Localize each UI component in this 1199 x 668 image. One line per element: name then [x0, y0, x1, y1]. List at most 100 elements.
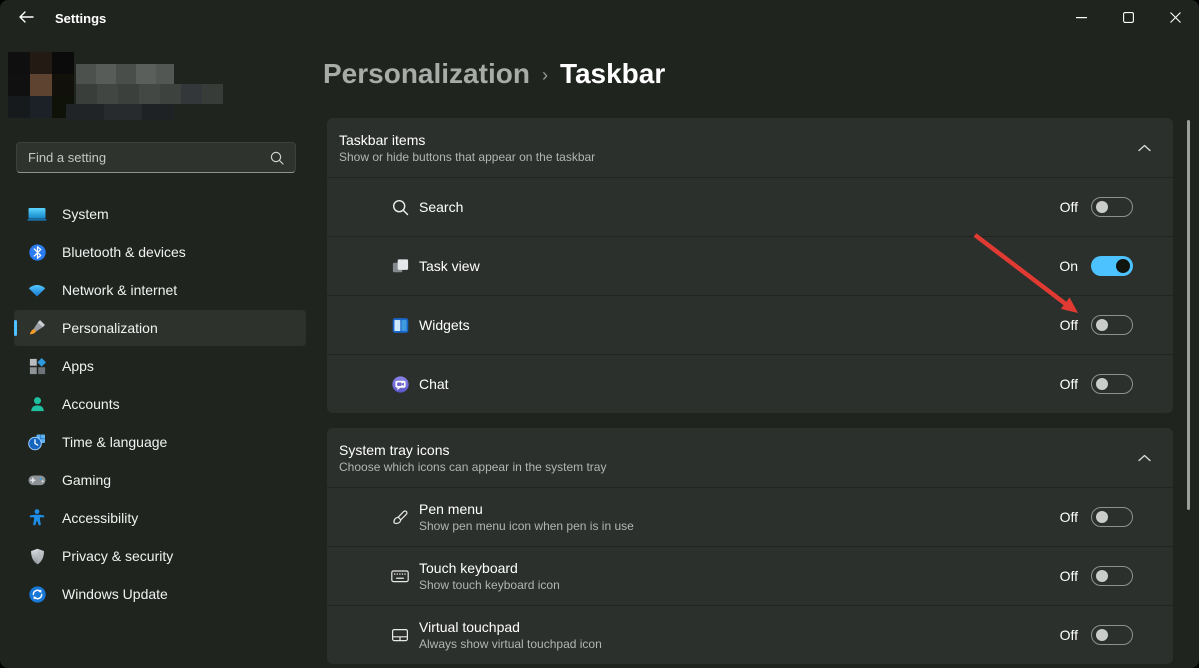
selected-indicator	[14, 320, 17, 336]
sidebar-item-gaming[interactable]: Gaming	[14, 462, 306, 498]
widgets-toggle[interactable]	[1091, 315, 1133, 335]
section-subtitle: Show or hide buttons that appear on the …	[339, 150, 1138, 165]
setting-description: Always show virtual touchpad icon	[419, 637, 1060, 652]
breadcrumb-separator-icon: ›	[542, 65, 548, 86]
setting-row-chat: Chat Off	[327, 354, 1173, 413]
breadcrumb-parent[interactable]: Personalization	[323, 58, 530, 90]
setting-label: Touch keyboard	[419, 559, 1060, 577]
system-tray-icons-card: System tray icons Choose which icons can…	[327, 428, 1173, 664]
maximize-icon	[1123, 11, 1134, 26]
setting-description: Show touch keyboard icon	[419, 578, 1060, 593]
setting-label: Search	[419, 199, 1060, 215]
titlebar: Settings	[0, 0, 1199, 36]
search-toggle[interactable]	[1091, 197, 1133, 217]
touch-keyboard-toggle[interactable]	[1091, 566, 1133, 586]
accounts-icon	[26, 394, 48, 414]
toggle-state-label: Off	[1060, 509, 1078, 525]
personalization-icon	[26, 318, 48, 338]
network-icon	[26, 280, 48, 300]
setting-label: Chat	[419, 376, 1060, 392]
setting-row-search: Search Off	[327, 177, 1173, 236]
apps-icon	[26, 356, 48, 376]
close-button[interactable]	[1152, 0, 1199, 36]
back-button[interactable]	[12, 6, 40, 30]
sidebar-item-privacy-security[interactable]: Privacy & security	[14, 538, 306, 574]
chat-icon	[389, 373, 411, 395]
sidebar-item-label: Bluetooth & devices	[62, 244, 186, 260]
search-input[interactable]	[17, 150, 270, 165]
sidebar-item-label: Time & language	[62, 434, 167, 450]
sidebar-item-accessibility[interactable]: Accessibility	[14, 500, 306, 536]
setting-label: Task view	[419, 258, 1059, 274]
widgets-icon	[389, 314, 411, 336]
setting-label: Widgets	[419, 317, 1060, 333]
sidebar-item-accounts[interactable]: Accounts	[14, 386, 306, 422]
chevron-up-icon[interactable]	[1138, 449, 1151, 467]
bluetooth-icon	[26, 242, 48, 262]
minimize-icon	[1076, 11, 1087, 26]
system-icon	[26, 204, 48, 224]
sidebar-item-time-language[interactable]: Time & language	[14, 424, 306, 460]
time-language-icon	[26, 432, 48, 452]
taskbar-items-card: Taskbar items Show or hide buttons that …	[327, 118, 1173, 413]
page-title: Taskbar	[560, 58, 665, 90]
toggle-state-label: On	[1059, 258, 1078, 274]
sidebar-item-bluetooth-devices[interactable]: Bluetooth & devices	[14, 234, 306, 270]
privacy-icon	[26, 546, 48, 566]
sidebar-item-system[interactable]: System	[14, 196, 306, 232]
gaming-icon	[26, 470, 48, 490]
vertical-scrollbar[interactable]	[1187, 120, 1190, 510]
sidebar-item-personalization[interactable]: Personalization	[14, 310, 306, 346]
setting-label: Pen menu	[419, 500, 1060, 518]
sidebar-item-label: Privacy & security	[62, 548, 173, 564]
chevron-up-icon[interactable]	[1138, 139, 1151, 157]
toggle-state-label: Off	[1060, 199, 1078, 215]
close-icon	[1170, 11, 1181, 26]
chat-toggle[interactable]	[1091, 374, 1133, 394]
setting-row-pen-menu: Pen menu Show pen menu icon when pen is …	[327, 487, 1173, 546]
sidebar-item-label: Gaming	[62, 472, 111, 488]
toggle-state-label: Off	[1060, 317, 1078, 333]
setting-row-touch-keyboard: Touch keyboard Show touch keyboard icon …	[327, 546, 1173, 605]
toggle-state-label: Off	[1060, 568, 1078, 584]
toggle-knob	[1096, 629, 1108, 641]
window-controls	[1058, 0, 1199, 36]
section-title: System tray icons	[339, 441, 1138, 459]
accessibility-icon	[26, 508, 48, 528]
touch-keyboard-icon	[389, 565, 411, 587]
sidebar-nav: System Bluetooth & devices Network & int…	[0, 194, 322, 614]
pen-menu-toggle[interactable]	[1091, 507, 1133, 527]
sidebar-item-network-internet[interactable]: Network & internet	[14, 272, 306, 308]
toggle-knob	[1116, 259, 1130, 273]
toggle-knob	[1096, 511, 1108, 523]
setting-label: Virtual touchpad	[419, 618, 1060, 636]
setting-row-widgets: Widgets Off	[327, 295, 1173, 354]
section-subtitle: Choose which icons can appear in the sys…	[339, 460, 1138, 475]
minimize-button[interactable]	[1058, 0, 1105, 36]
toggle-knob	[1096, 570, 1108, 582]
setting-description: Show pen menu icon when pen is in use	[419, 519, 1060, 534]
task-view-icon	[389, 255, 411, 277]
sidebar-item-label: Accounts	[62, 396, 120, 412]
sidebar-item-windows-update[interactable]: Windows Update	[14, 576, 306, 612]
task-view-toggle[interactable]	[1091, 256, 1133, 276]
sidebar-item-label: Apps	[62, 358, 94, 374]
toggle-state-label: Off	[1060, 627, 1078, 643]
sidebar-item-label: Personalization	[62, 320, 158, 336]
breadcrumb: Personalization › Taskbar	[323, 58, 665, 90]
user-profile-redacted	[8, 52, 232, 120]
system-tray-icons-header[interactable]: System tray icons Choose which icons can…	[327, 428, 1173, 487]
sidebar-item-apps[interactable]: Apps	[14, 348, 306, 384]
back-arrow-icon	[18, 10, 34, 27]
toggle-knob	[1096, 201, 1108, 213]
pen-icon	[389, 506, 411, 528]
taskbar-items-header[interactable]: Taskbar items Show or hide buttons that …	[327, 118, 1173, 177]
maximize-button[interactable]	[1105, 0, 1152, 36]
sidebar-item-label: Network & internet	[62, 282, 177, 298]
virtual-touchpad-icon	[389, 624, 411, 646]
main-content: Personalization › Taskbar Taskbar items …	[322, 36, 1199, 668]
window-title: Settings	[55, 0, 106, 36]
setting-row-virtual-touchpad: Virtual touchpad Always show virtual tou…	[327, 605, 1173, 664]
find-a-setting-searchbox	[16, 142, 296, 173]
virtual-touchpad-toggle[interactable]	[1091, 625, 1133, 645]
